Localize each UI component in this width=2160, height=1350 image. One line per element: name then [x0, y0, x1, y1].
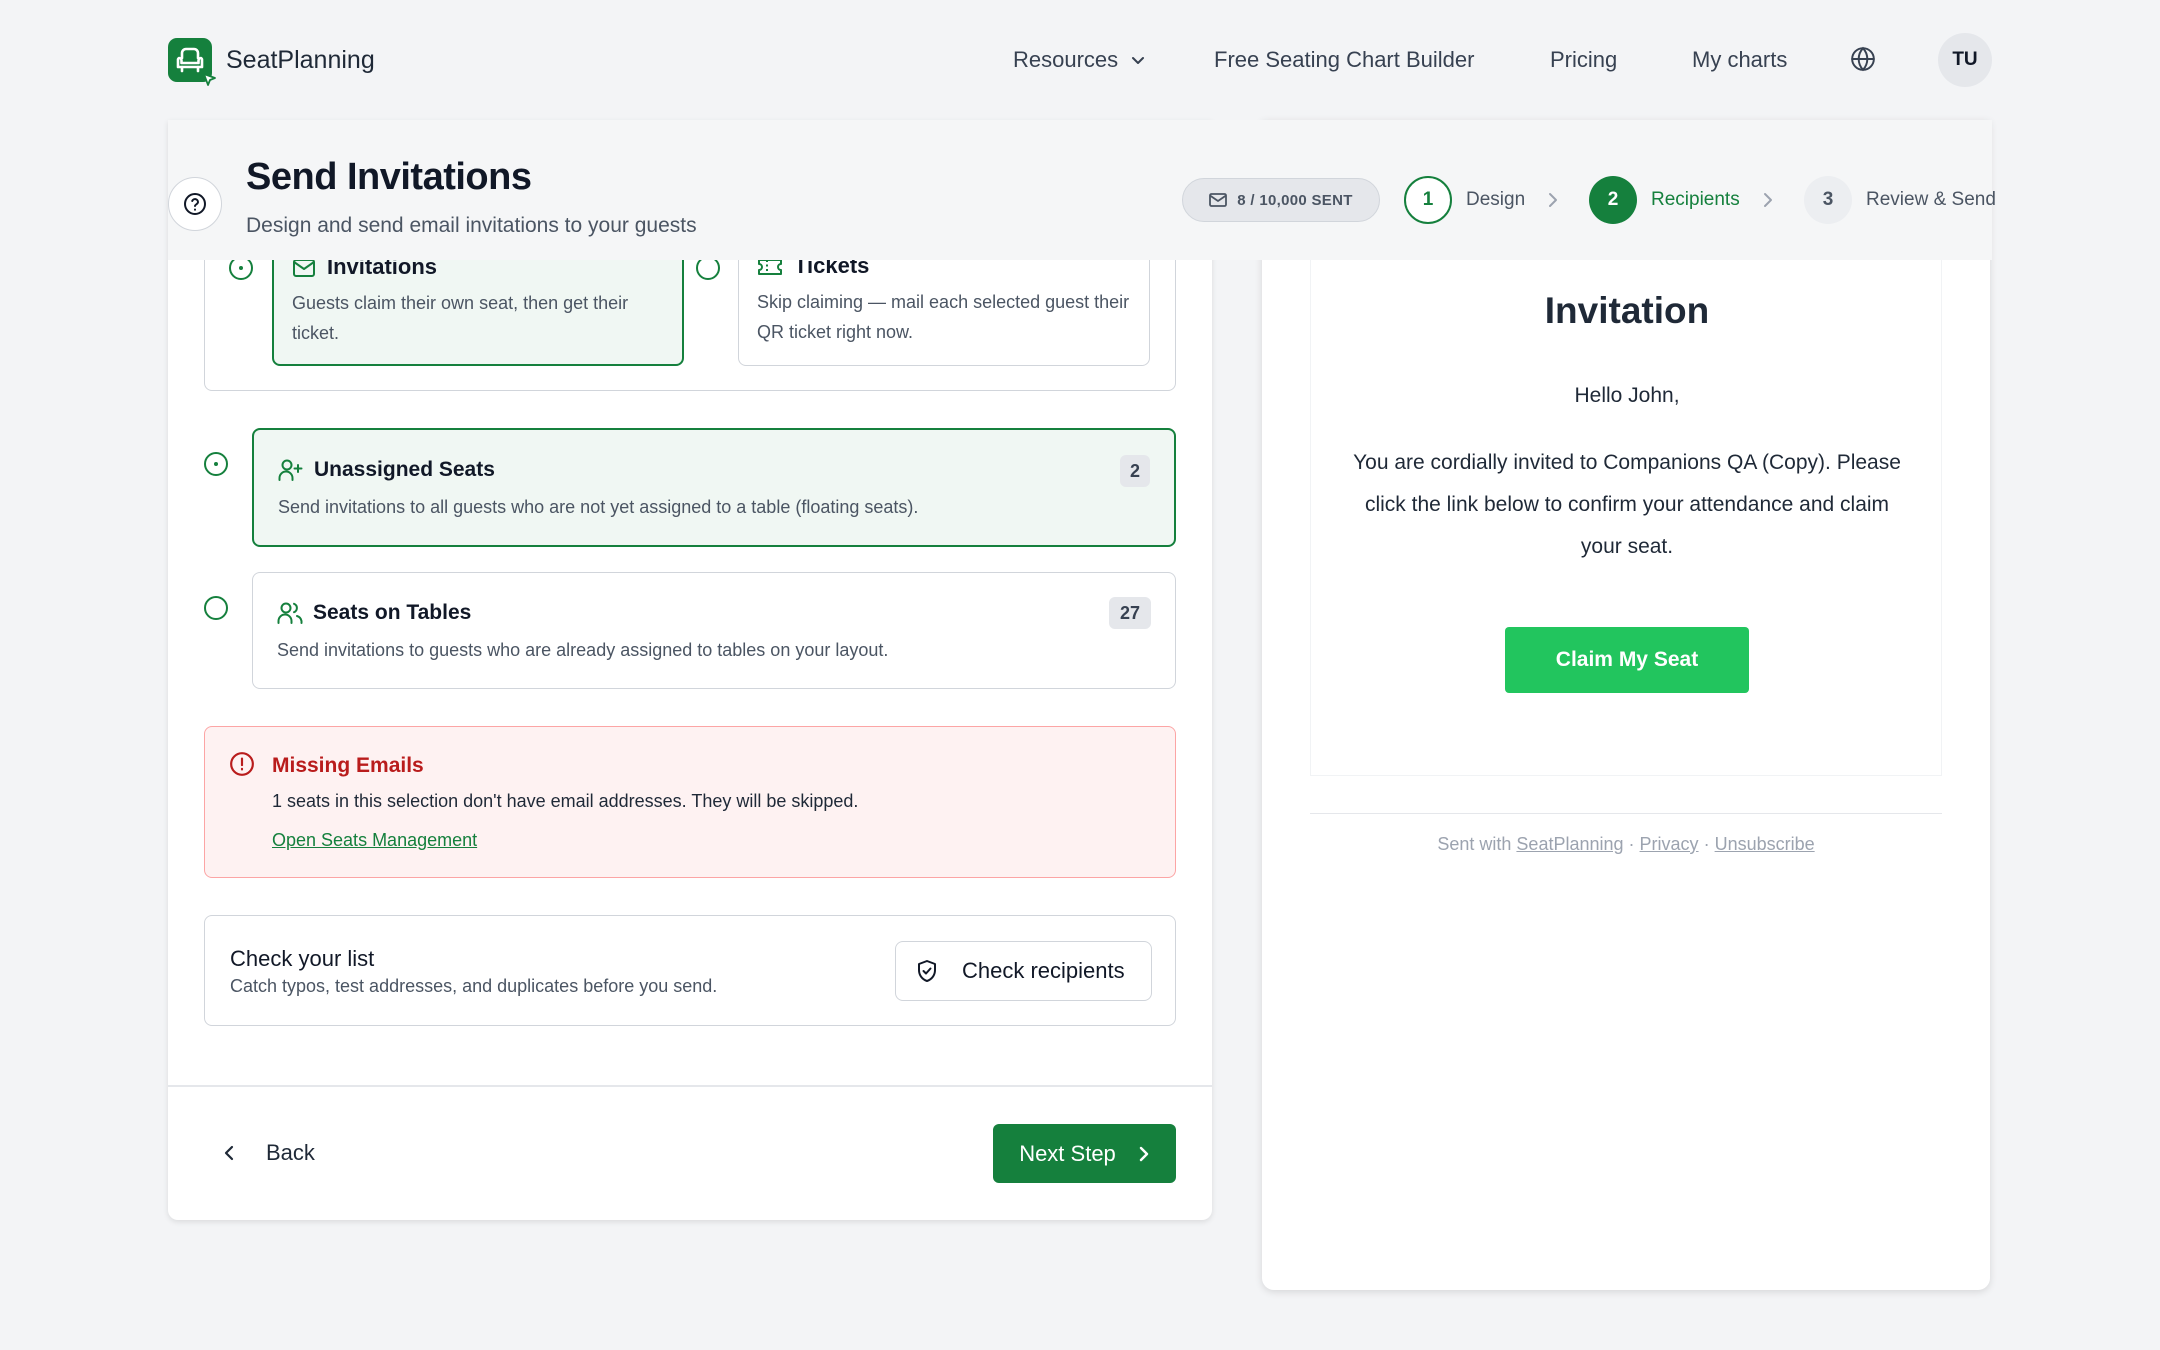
- step-2-circle: 2: [1589, 176, 1637, 224]
- recipient-option-seats-on-tables[interactable]: Seats on Tables Send invitations to gues…: [252, 572, 1176, 689]
- mail-icon: [293, 259, 315, 277]
- footer-privacy-link[interactable]: Privacy: [1640, 834, 1699, 854]
- page-subtitle: Design and send email invitations to you…: [246, 214, 697, 237]
- check-recipients-label: Check recipients: [962, 958, 1125, 983]
- footer-separator: ·: [1628, 834, 1635, 854]
- open-seats-management-link[interactable]: Open Seats Management: [272, 830, 477, 851]
- seats-on-tables-radio[interactable]: [204, 596, 228, 620]
- brand-logo[interactable]: SeatPlanning: [168, 38, 375, 86]
- brand-name: SeatPlanning: [226, 45, 375, 74]
- step-1-circle: 1: [1404, 176, 1452, 224]
- mail-icon: [1209, 193, 1228, 207]
- step-3-label: Review & Send: [1866, 189, 1996, 210]
- preview-footer: Sent with SeatPlanning · Privacy · Unsub…: [1310, 834, 1942, 855]
- next-step-label: Next Step: [1019, 1140, 1116, 1166]
- footer-prefix: Sent with: [1437, 834, 1512, 854]
- back-label: Back: [266, 1140, 315, 1165]
- invitations-description: Guests claim their own seat, then get th…: [292, 293, 629, 343]
- user-plus-icon: [278, 459, 303, 481]
- chevron-right-icon: [1549, 193, 1557, 207]
- footer-brand-link[interactable]: SeatPlanning: [1516, 834, 1623, 854]
- check-recipients-button[interactable]: Check recipients: [895, 941, 1152, 1001]
- footer-unsubscribe-link[interactable]: Unsubscribe: [1715, 834, 1815, 854]
- unassigned-seats-description: Send invitations to all guests who are n…: [278, 497, 919, 517]
- preview-footer-divider: [1310, 813, 1942, 814]
- missing-emails-alert: Missing Emails 1 seats in this selection…: [204, 726, 1176, 878]
- nav-resources-dropdown[interactable]: Resources: [1013, 40, 1146, 80]
- help-icon: [184, 193, 206, 215]
- unassigned-seats-count: 2: [1120, 455, 1150, 487]
- preview-body: You are cordially invited to Companions …: [1353, 451, 1901, 558]
- footer-divider: [168, 1085, 1212, 1087]
- nav-pricing-link[interactable]: Pricing: [1550, 40, 1617, 80]
- seats-on-tables-title: Seats on Tables: [313, 601, 472, 624]
- check-list-subtitle: Catch typos, test addresses, and duplica…: [230, 976, 718, 996]
- missing-emails-title: Missing Emails: [272, 754, 424, 777]
- page-title: Send Invitations: [246, 156, 532, 198]
- unassigned-seats-title: Unassigned Seats: [314, 458, 495, 481]
- seats-on-tables-description: Send invitations to guests who are alrea…: [277, 640, 889, 660]
- shield-check-icon: [918, 960, 936, 982]
- step-3-circle: 3: [1804, 176, 1852, 224]
- check-list-title: Check your list: [230, 946, 375, 971]
- chevron-left-icon: [224, 1145, 234, 1161]
- recipient-option-unassigned-seats[interactable]: Unassigned Seats Send invitations to all…: [252, 428, 1176, 547]
- avatar[interactable]: TU: [1938, 33, 1992, 87]
- page-header: Send Invitations Design and send email i…: [168, 120, 1996, 260]
- top-navigation: SeatPlanning Resources Free Seating Char…: [0, 0, 2160, 120]
- alert-circle-icon: [230, 752, 254, 776]
- email-preview: Invitation Hello John, You are cordially…: [1310, 260, 1942, 776]
- seats-on-tables-count: 27: [1109, 597, 1151, 629]
- cursor-icon: [203, 73, 216, 86]
- nav-free-builder-link[interactable]: Free Seating Chart Builder: [1214, 40, 1474, 80]
- step-1-label: Design: [1466, 189, 1526, 210]
- chevron-right-icon: [1139, 1146, 1148, 1161]
- footer-separator: ·: [1703, 834, 1710, 854]
- sent-count-label: 8 / 10,000 SENT: [1237, 191, 1353, 209]
- unassigned-seats-radio[interactable]: [204, 452, 228, 476]
- help-button[interactable]: [168, 177, 222, 231]
- step-design[interactable]: 1 Design: [1404, 176, 1525, 224]
- tickets-description: Skip claiming — mail each selected guest…: [757, 292, 1130, 342]
- nav-resources-label: Resources: [1013, 47, 1119, 72]
- seat-logo-icon: [168, 38, 216, 86]
- users-icon: [277, 602, 303, 624]
- globe-icon[interactable]: [1850, 46, 1876, 72]
- step-2-label: Recipients: [1651, 189, 1740, 210]
- next-step-button[interactable]: Next Step: [993, 1124, 1176, 1183]
- sent-count-badge: 8 / 10,000 SENT: [1182, 178, 1380, 222]
- step-review-send[interactable]: 3 Review & Send: [1804, 176, 1996, 224]
- check-list-card: Check your list Catch typos, test addres…: [204, 915, 1176, 1026]
- claim-my-seat-button[interactable]: Claim My Seat: [1505, 627, 1749, 693]
- back-button[interactable]: Back: [222, 1133, 315, 1173]
- chevron-down-icon: [1132, 57, 1145, 64]
- missing-emails-text: 1 seats in this selection don't have ema…: [272, 791, 859, 811]
- step-recipients[interactable]: 2 Recipients: [1589, 176, 1740, 224]
- nav-my-charts-link[interactable]: My charts: [1692, 40, 1787, 80]
- preview-greeting: Hello John,: [1574, 384, 1680, 407]
- preview-title: Invitation: [1544, 290, 1710, 331]
- chevron-right-icon: [1764, 193, 1772, 207]
